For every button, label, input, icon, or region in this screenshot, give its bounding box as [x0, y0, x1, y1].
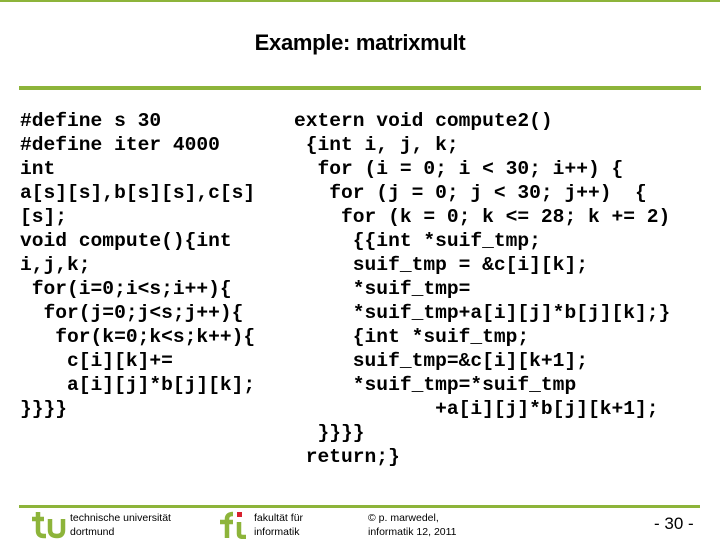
- code-line: suif_tmp = &c[i][k];: [294, 254, 588, 276]
- code-line: extern void compute2(): [294, 110, 553, 132]
- code-line: a[s][s],b[s][s],c[s]: [20, 182, 256, 204]
- slide-title: Example: matrixmult: [254, 30, 466, 55]
- faculty-name: fakultät für informatik: [254, 511, 303, 539]
- university-line-2: dortmund: [70, 526, 115, 538]
- code-line: for (i = 0; i < 30; i++) {: [294, 158, 624, 180]
- code-line: +a[i][j]*b[j][k+1];: [294, 398, 659, 420]
- code-line: }}}}: [294, 422, 365, 444]
- fi-logo-dot: [237, 512, 242, 517]
- code-line: for (k = 0; k <= 28; k += 2): [294, 206, 671, 228]
- code-line: for(i=0;i<s;i++){: [20, 278, 232, 300]
- code-line: void compute(){int: [20, 230, 232, 252]
- fi-logo-icon: [220, 511, 246, 539]
- code-line: return;}: [294, 446, 400, 468]
- code-line: suif_tmp=&c[i][k+1];: [294, 350, 588, 372]
- title-divider: [19, 86, 701, 90]
- code-block-original: #define s 30 #define iter 4000 int a[s][s],…: [20, 109, 255, 421]
- code-line: for(k=0;k<s;k++){: [20, 326, 256, 348]
- code-line: {int *suif_tmp;: [294, 326, 530, 348]
- code-line: {{int *suif_tmp;: [294, 230, 541, 252]
- code-line: #define iter 4000: [20, 134, 220, 156]
- tu-logo-icon: [32, 512, 66, 539]
- code-line: }}}}: [20, 398, 68, 420]
- university-name: technische universität dortmund: [70, 511, 171, 539]
- code-line: #define s 30: [20, 110, 162, 132]
- top-accent-bar: [0, 0, 720, 2]
- faculty-line-1: fakultät für: [254, 512, 304, 524]
- code-line: c[i][k]+=: [20, 350, 173, 372]
- copyright-notice: © p. marwedel, informatik 12, 2011: [368, 511, 457, 539]
- code-line: *suif_tmp+a[i][j]*b[j][k];}: [294, 302, 671, 324]
- code-line: i,j,k;: [20, 254, 91, 276]
- code-line: [s];: [20, 206, 68, 228]
- copyright-line-2: informatik 12, 2011: [368, 526, 457, 538]
- code-block-unrolled: extern void compute2() {int i, j, k; for…: [294, 109, 670, 469]
- code-line: for(j=0;j<s;j++){: [20, 302, 244, 324]
- page-number: - 30 -: [654, 514, 694, 533]
- code-line: *suif_tmp=: [294, 278, 471, 300]
- code-line: {int i, j, k;: [294, 134, 459, 156]
- university-line-1: technische universität: [70, 512, 171, 524]
- faculty-line-2: informatik: [254, 526, 300, 538]
- code-line: a[i][j]*b[j][k];: [20, 374, 256, 396]
- code-line: for (j = 0; j < 30; j++) {: [294, 182, 647, 204]
- footer-divider: [19, 505, 700, 508]
- code-line: *suif_tmp=*suif_tmp: [294, 374, 577, 396]
- code-line: int: [20, 158, 56, 180]
- copyright-line-1: © p. marwedel,: [368, 512, 439, 524]
